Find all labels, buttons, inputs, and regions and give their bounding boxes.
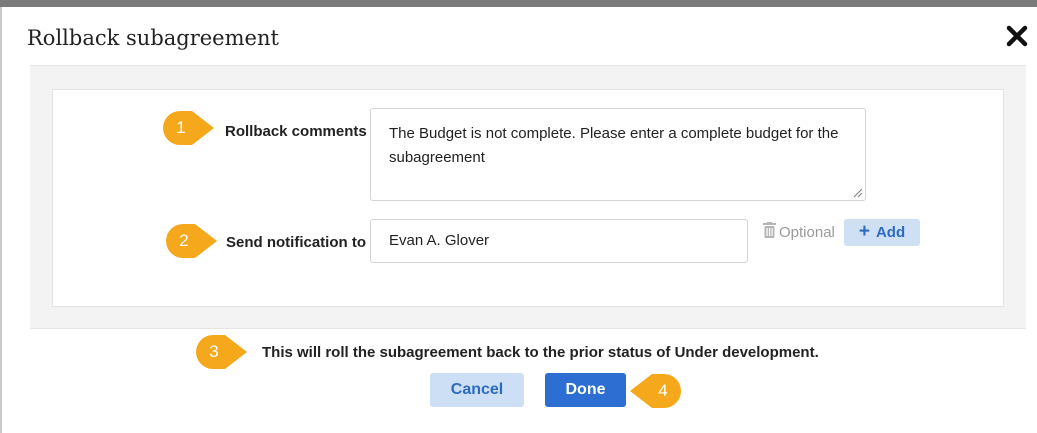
callout-2-number: 2 xyxy=(179,231,189,250)
callout-2: 2 xyxy=(165,223,219,259)
plus-icon: + xyxy=(858,221,870,242)
close-button[interactable] xyxy=(1005,24,1029,48)
callout-4: 4 xyxy=(628,373,682,409)
rollback-comments-textarea[interactable]: The Budget is not complete. Please enter… xyxy=(370,108,866,201)
callout-4-number: 4 xyxy=(658,381,668,400)
send-notification-input[interactable]: Evan A. Glover xyxy=(370,219,748,263)
callout-3-number: 3 xyxy=(209,342,219,361)
callout-1-number: 1 xyxy=(176,118,186,137)
dialog-title: Rollback subagreement xyxy=(27,26,279,50)
close-x-icon xyxy=(1006,25,1028,47)
cancel-button[interactable]: Cancel xyxy=(430,373,524,407)
add-recipient-button[interactable]: + Add xyxy=(844,219,920,246)
rollback-message: This will roll the subagreement back to … xyxy=(262,344,819,361)
trash-icon[interactable] xyxy=(763,222,776,238)
send-notification-label: Send notification to xyxy=(226,234,366,251)
left-edge xyxy=(0,7,2,433)
optional-label: Optional xyxy=(779,224,835,241)
top-border xyxy=(0,0,1037,7)
callout-1: 1 xyxy=(162,110,216,146)
add-label: Add xyxy=(875,224,906,241)
rollback-comments-text: The Budget is not complete. Please enter… xyxy=(389,125,839,166)
send-notification-value: Evan A. Glover xyxy=(389,232,490,249)
rollback-comments-label: Rollback comments xyxy=(225,123,367,140)
done-button[interactable]: Done xyxy=(545,373,626,407)
resize-grip-icon[interactable] xyxy=(851,186,863,198)
callout-3: 3 xyxy=(195,334,249,370)
